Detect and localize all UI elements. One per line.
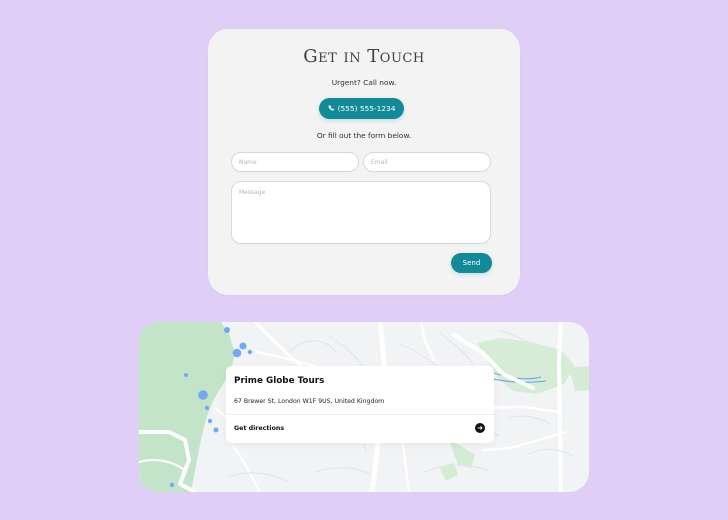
name-field[interactable]: Name [231, 152, 359, 172]
page-root: Get in Touch Urgent? Call now. (555) 555… [0, 0, 728, 520]
location-card: Prime Globe Tours 67 Brewer St, London W… [226, 366, 494, 443]
email-field[interactable]: Email [363, 152, 491, 172]
location-divider [226, 414, 494, 415]
message-placeholder: Message [239, 189, 266, 196]
contact-title: Get in Touch [303, 46, 425, 67]
location-name: Prime Globe Tours [234, 376, 325, 386]
phone-icon [328, 105, 335, 112]
email-placeholder: Email [371, 159, 388, 166]
phone-button-label: (555) 555-1234 [337, 104, 396, 113]
get-directions-link[interactable]: Get directions [234, 425, 284, 432]
phone-call-button[interactable]: (555) 555-1234 [319, 98, 404, 119]
send-button[interactable]: Send [451, 253, 492, 273]
form-note: Or fill out the form below. [316, 131, 412, 140]
message-field[interactable]: Message [231, 181, 491, 244]
location-address: 67 Brewer St, London W1F 9US, United Kin… [234, 398, 385, 405]
arrow-right-circle-icon[interactable]: ➜ [475, 423, 485, 433]
urgent-call-text: Urgent? Call now. [331, 78, 397, 87]
name-placeholder: Name [239, 159, 257, 166]
